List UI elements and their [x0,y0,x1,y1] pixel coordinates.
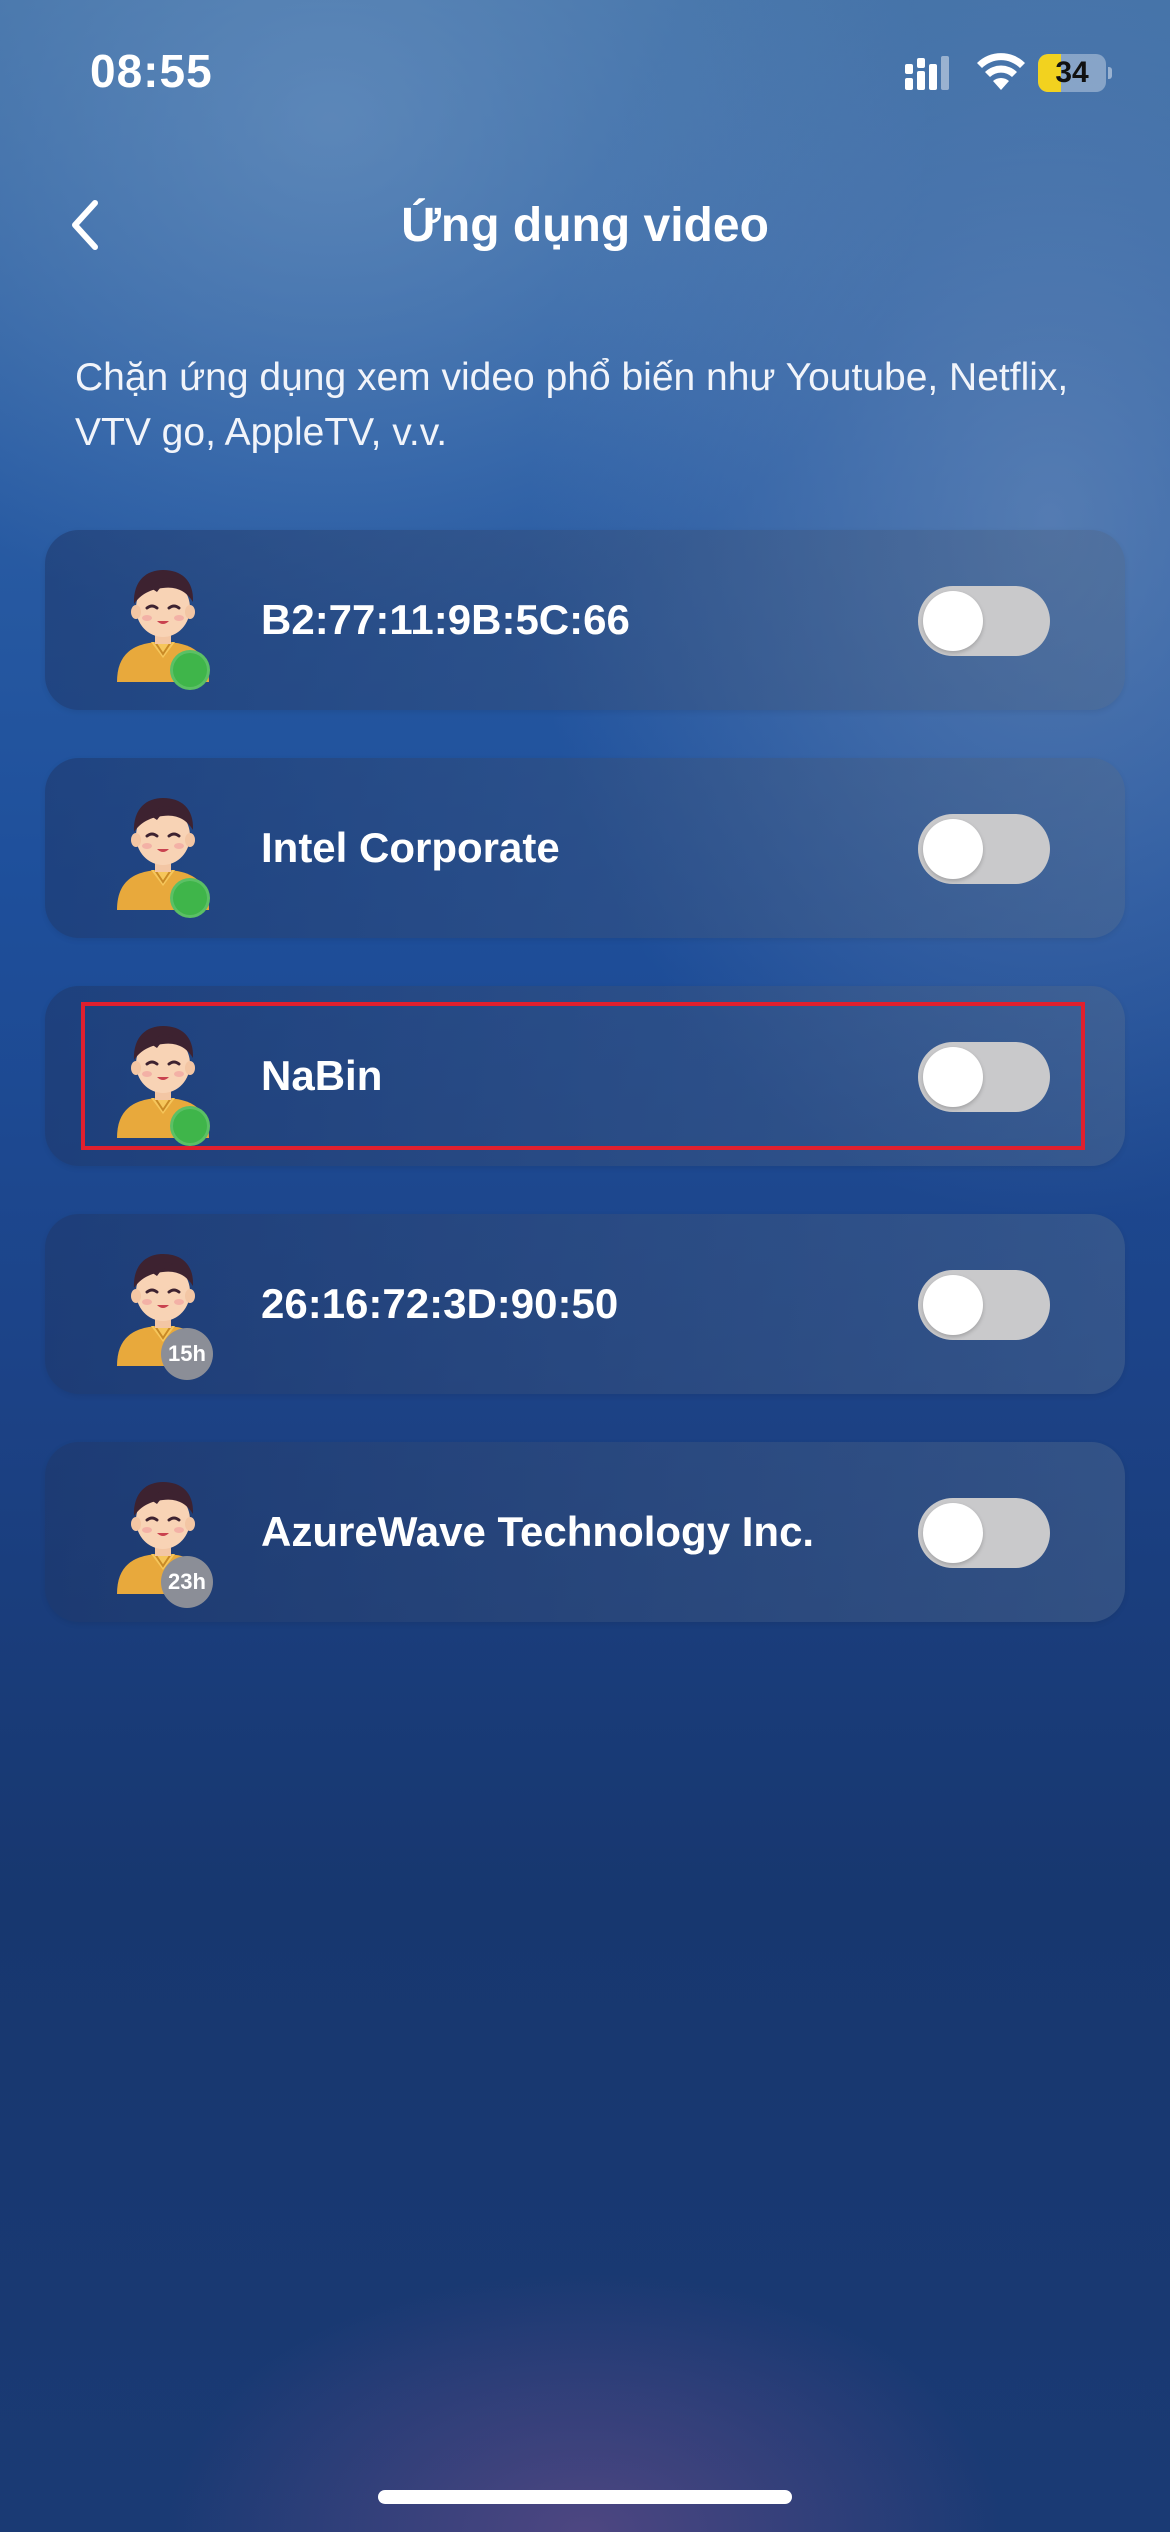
device-card[interactable]: 15h 26:16:72:3D:90:50 [45,1214,1125,1394]
status-time: 08:55 [90,45,213,97]
battery-icon: 34 [1038,54,1112,92]
cellular-signal-icon [905,56,949,90]
header: Ứng dụng video [0,160,1170,290]
toggle-knob [923,1503,983,1563]
block-toggle[interactable] [918,1498,1050,1568]
toggle-knob [923,591,983,651]
block-toggle[interactable] [918,1042,1050,1112]
block-toggle[interactable] [918,1270,1050,1340]
toggle-knob [923,1275,983,1335]
device-name: NaBin [261,1052,383,1099]
online-status-dot [170,650,210,690]
last-seen-badge: 23h [161,1556,213,1608]
toggle-knob [923,819,983,879]
last-seen-badge: 15h [161,1328,213,1380]
device-name: 26:16:72:3D:90:50 [261,1280,619,1327]
home-indicator[interactable] [378,2490,792,2504]
wifi-icon [977,53,1025,90]
device-name: Intel Corporate [261,824,560,871]
device-card[interactable]: NaBin [45,986,1125,1166]
device-card[interactable]: 23h AzureWave Technology Inc. [45,1442,1125,1622]
device-name: AzureWave Technology Inc. [261,1508,815,1555]
block-toggle[interactable] [918,586,1050,656]
page-title: Ứng dụng video [401,199,769,252]
toggle-knob [923,1047,983,1107]
online-status-dot [170,878,210,918]
status-bar: 08:55 34 [0,0,1170,150]
block-toggle[interactable] [918,814,1050,884]
online-status-dot [170,1106,210,1146]
battery-level: 34 [1055,56,1089,89]
device-card[interactable]: B2:77:11:9B:5C:66 [45,530,1125,710]
device-list: B2:77:11:9B:5C:66 Intel Corporate NaBin … [45,530,1125,1670]
device-name: B2:77:11:9B:5C:66 [261,596,630,643]
device-card[interactable]: Intel Corporate [45,758,1125,938]
page-description: Chặn ứng dụng xem video phổ biến như You… [75,356,1069,454]
